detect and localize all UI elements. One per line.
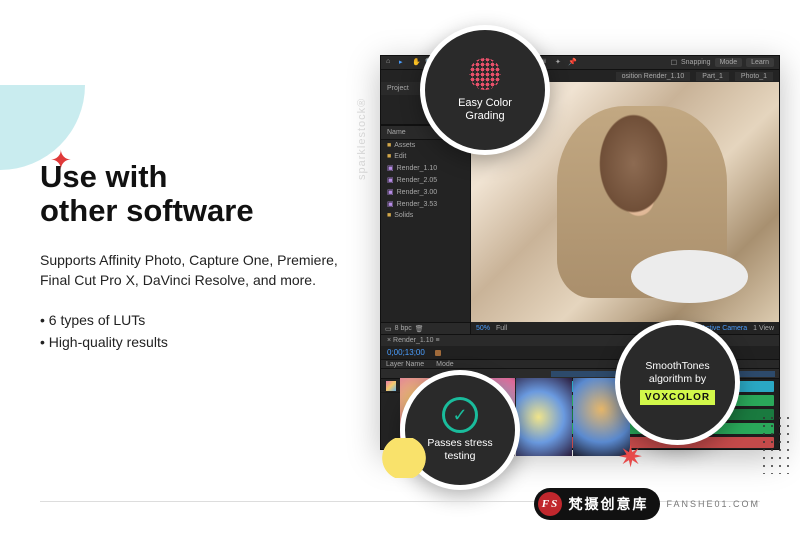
decor-dot-grid: [760, 414, 790, 474]
project-footer: ▭ 8 bpc 🗑: [381, 322, 470, 334]
learn-tab[interactable]: Learn: [746, 58, 774, 67]
photo-tab[interactable]: Photo_1: [735, 72, 773, 81]
viewer-controls: 50% Full Active Camera 1 View: [471, 322, 779, 334]
decor-quarter-circle: [0, 85, 85, 170]
bullet-item: High-quality results: [40, 331, 360, 353]
bpc-button[interactable]: 8 bpc: [395, 325, 412, 332]
project-item[interactable]: ■Edit: [381, 151, 470, 162]
badge-text: Passes stress: [427, 437, 492, 450]
timecode-field[interactable]: 0;00;13;00: [387, 348, 425, 357]
folder-icon: ■: [387, 212, 391, 219]
color-chip-icon[interactable]: [435, 350, 441, 356]
comp-icon: ▣: [387, 200, 394, 208]
comp-icon: ▣: [387, 164, 394, 172]
brand-name: 梵摄创意库: [568, 494, 648, 514]
bullet-list: 6 types of LUTs High-quality results: [40, 309, 360, 354]
project-item[interactable]: ▣Render_1.10: [381, 162, 470, 174]
badge-text: SmoothTones: [645, 360, 709, 373]
folder-icon: ■: [387, 153, 391, 160]
fs-badge-icon: FS: [538, 492, 562, 516]
comp-icon: ▣: [387, 176, 394, 184]
badge-easy-color-grading: Easy Color Grading: [420, 25, 550, 155]
part-tab[interactable]: Part_1: [696, 72, 729, 81]
folder-icon: ■: [387, 142, 391, 149]
snapping-label: Snapping: [681, 59, 711, 66]
home-icon[interactable]: ⌂: [386, 58, 395, 67]
snapping-checkbox[interactable]: ☐: [671, 59, 677, 67]
layer-thumb-icon: [386, 381, 396, 391]
bullet-item: 6 types of LUTs: [40, 309, 360, 331]
footer-logo: FS 梵摄创意库 FANSHE01.COM: [534, 488, 760, 520]
badge-text: testing: [445, 450, 476, 463]
zoom-dropdown[interactable]: 50%: [476, 325, 490, 332]
layer-name-header[interactable]: Layer Name: [386, 361, 424, 368]
project-item[interactable]: ▣Render_2.05: [381, 174, 470, 186]
gradient-thumb: [516, 378, 573, 456]
brand-pill: FS 梵摄创意库: [534, 488, 660, 520]
project-item[interactable]: ■Solids: [381, 210, 470, 221]
interpret-icon[interactable]: ▭: [385, 325, 392, 333]
badge-text: Easy Color: [458, 97, 512, 110]
badge-text: Grading: [465, 110, 504, 123]
dot-grid-icon: [465, 57, 505, 91]
workspace-dropdown[interactable]: Mode: [715, 58, 743, 67]
headline: Use with other software: [40, 160, 360, 228]
mode-header[interactable]: Mode: [436, 361, 454, 368]
project-item[interactable]: ▣Render_3.00: [381, 186, 470, 198]
selection-tool-icon[interactable]: ▸: [399, 58, 408, 67]
view-layout-dropdown[interactable]: 1 View: [753, 325, 774, 332]
headline-line2: other software: [40, 193, 254, 228]
badge-text: algorithm by: [649, 373, 706, 386]
project-item[interactable]: ▣Render_3.53: [381, 198, 470, 210]
voxcolor-brand: VOXCOLOR: [640, 390, 715, 405]
hand-tool-icon[interactable]: ✋: [412, 58, 421, 67]
roto-tool-icon[interactable]: ✦: [555, 58, 564, 67]
badge-voxcolor: SmoothTones algorithm by VOXCOLOR: [615, 320, 740, 445]
marketing-copy: Use with other software Supports Affinit…: [40, 160, 360, 354]
description: Supports Affinity Photo, Capture One, Pr…: [40, 250, 360, 291]
headline-line1: Use with: [40, 159, 167, 194]
puppet-tool-icon[interactable]: 📌: [568, 58, 577, 67]
comp-icon: ▣: [387, 188, 394, 196]
brand-domain: FANSHE01.COM: [666, 499, 760, 509]
trash-icon[interactable]: 🗑: [415, 325, 424, 333]
decor-blob: [374, 438, 434, 478]
decor-star-icon: ✷: [618, 440, 643, 475]
comp-tab[interactable]: osition Render_1.10: [616, 72, 691, 81]
resolution-dropdown[interactable]: Full: [496, 325, 507, 332]
checkmark-circle-icon: ✓: [442, 397, 478, 433]
